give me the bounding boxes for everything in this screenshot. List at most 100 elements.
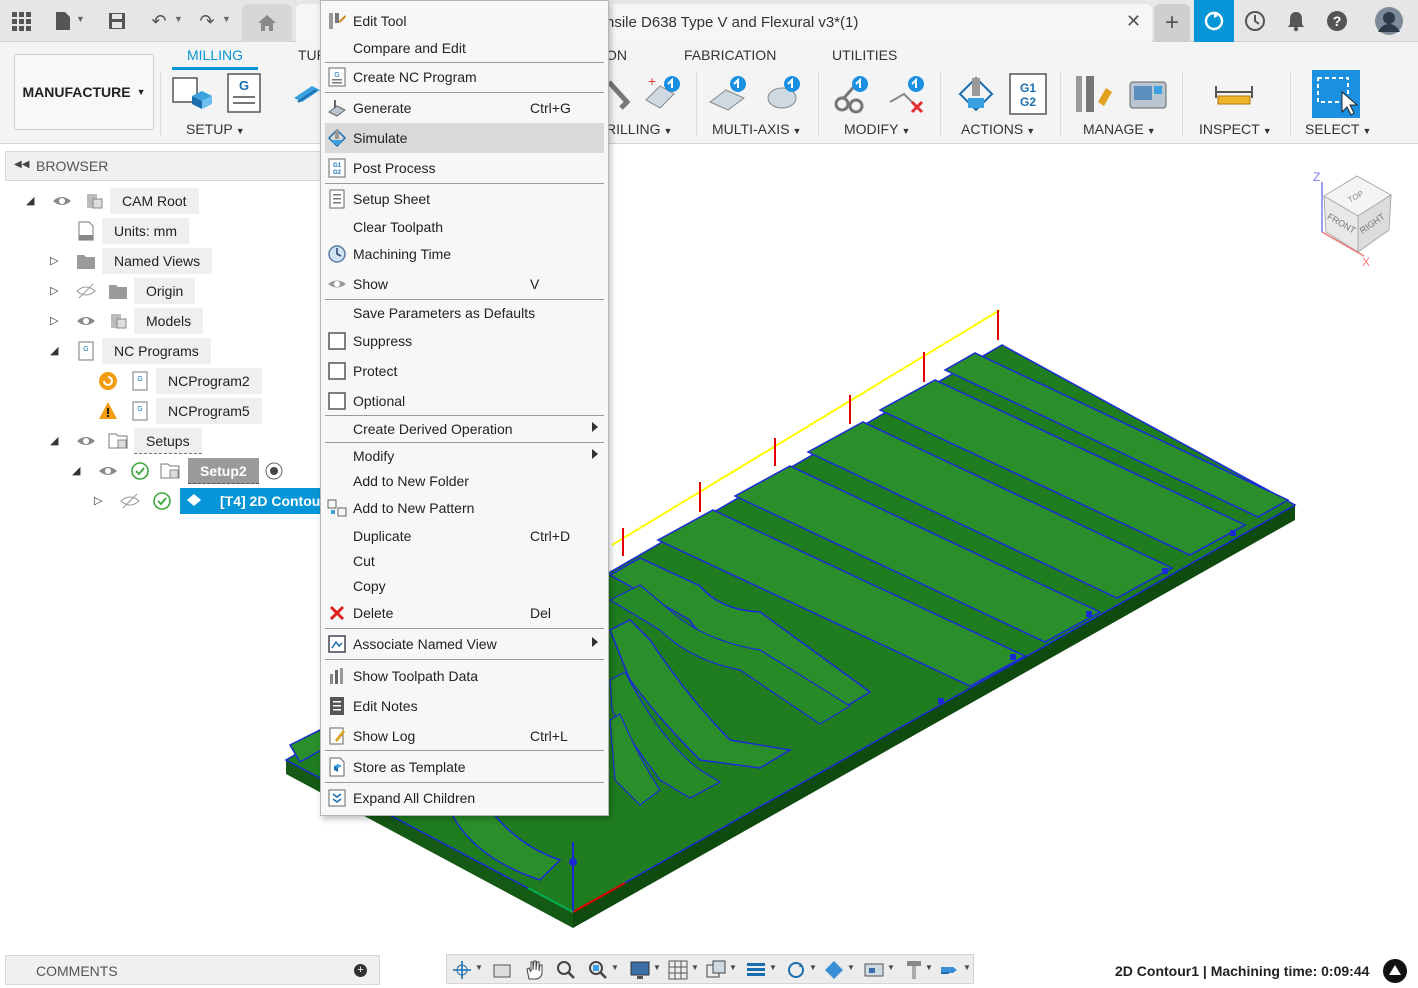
menu-item-delete[interactable]: Delete Del <box>325 600 604 626</box>
active-setup-radio-icon[interactable] <box>264 461 284 481</box>
nav-caret-icon[interactable]: ▼ <box>887 963 895 972</box>
browser-panel-header[interactable]: ◀◀ BROWSER <box>5 151 323 181</box>
eye-icon[interactable] <box>76 311 96 331</box>
menu-item-cut[interactable]: Cut <box>325 548 604 574</box>
menu-item-suppress[interactable]: Suppress <box>325 328 604 354</box>
menu-item-create-derived-operation[interactable]: Create Derived Operation <box>325 416 604 442</box>
comments-panel-header[interactable]: COMMENTS + <box>5 955 380 985</box>
collapsed-triangle-icon[interactable]: ▷ <box>50 314 58 327</box>
nc-program-icon[interactable]: G <box>222 72 266 116</box>
collapsed-triangle-icon[interactable]: ▷ <box>94 494 102 507</box>
redo-icon[interactable]: ↷ <box>194 8 220 34</box>
rotate-icon[interactable] <box>785 959 807 981</box>
collapse-browser-icon[interactable]: ◀◀ <box>14 159 29 170</box>
home-tab[interactable] <box>242 4 292 42</box>
status-indicator-icon[interactable] <box>1383 959 1407 983</box>
multiaxis-contour-icon[interactable] <box>706 72 750 116</box>
menu-item-duplicate[interactable]: Duplicate Ctrl+D <box>325 523 604 549</box>
expanded-triangle-icon[interactable]: ◢ <box>26 194 34 207</box>
collapsed-triangle-icon[interactable]: ▷ <box>50 284 58 297</box>
menu-item-add-to-new-folder[interactable]: Add to New Folder <box>325 468 604 494</box>
simulate-action-icon[interactable] <box>954 72 998 116</box>
menu-item-modify[interactable]: Modify <box>325 443 604 469</box>
menu-item-clear-toolpath[interactable]: Clear Toolpath <box>325 214 604 240</box>
menu-item-compare-and-edit[interactable]: Compare and Edit <box>325 35 604 61</box>
nav-caret-icon[interactable]: ▼ <box>963 963 971 972</box>
nav-caret-icon[interactable]: ▼ <box>475 963 483 972</box>
menu-item-show-log[interactable]: Show Log Ctrl+L <box>325 723 604 749</box>
tab-utilities[interactable]: UTILITIES <box>832 47 897 63</box>
grid-icon[interactable] <box>667 959 689 981</box>
nav-caret-icon[interactable]: ▼ <box>809 963 817 972</box>
menu-item-show-toolpath-data[interactable]: Show Toolpath Data <box>325 663 604 689</box>
undo-caret-icon[interactable]: ▼ <box>174 14 184 24</box>
menu-item-associate-named-view[interactable]: Associate Named View <box>325 631 604 657</box>
menu-item-store-as-template[interactable]: Store as Template <box>325 754 604 780</box>
viewports-icon[interactable] <box>705 959 727 981</box>
close-tab-icon[interactable]: ✕ <box>1126 11 1141 32</box>
menu-item-copy[interactable]: Copy <box>325 573 604 599</box>
redo-caret-icon[interactable]: ▼ <box>222 14 232 24</box>
menu-item-expand-all-children[interactable]: Expand All Children <box>325 785 604 811</box>
post-process-action-icon[interactable]: G1 G2 <box>1006 72 1050 116</box>
menu-item-show[interactable]: Show V <box>325 271 604 297</box>
tab-additive[interactable]: ON <box>606 47 627 63</box>
menu-item-create-nc-program[interactable]: G Create NC Program <box>325 64 604 90</box>
visual-style-icon[interactable] <box>823 959 845 981</box>
menu-item-edit-tool[interactable]: Edit Tool <box>325 8 604 34</box>
tool-display-icon[interactable] <box>903 959 925 981</box>
job-status-button[interactable] <box>1194 0 1234 42</box>
viewcube[interactable]: TOP FRONT RIGHT Z X <box>1313 170 1392 269</box>
group-actions[interactable]: ACTIONS ▼ <box>961 121 1035 137</box>
file-caret-icon[interactable]: ▼ <box>76 14 86 24</box>
toolpath-display-icon[interactable] <box>939 959 961 981</box>
eye-icon[interactable] <box>98 461 118 481</box>
nav-caret-icon[interactable]: ▼ <box>691 963 699 972</box>
group-multi-axis[interactable]: MULTI-AXIS ▼ <box>712 121 801 137</box>
display-settings-icon[interactable] <box>629 959 651 981</box>
group-modify[interactable]: MODIFY ▼ <box>844 121 910 137</box>
menu-item-setup-sheet[interactable]: Setup Sheet <box>325 186 604 212</box>
menu-item-simulate[interactable]: Simulate <box>325 123 604 153</box>
group-manage[interactable]: MANAGE ▼ <box>1083 121 1156 137</box>
menu-item-optional[interactable]: Optional <box>325 388 604 414</box>
undo-icon[interactable]: ↶ <box>146 8 172 34</box>
save-icon[interactable] <box>104 8 130 34</box>
look-at-icon[interactable] <box>491 959 513 981</box>
zoom-window-icon[interactable] <box>587 959 609 981</box>
nav-caret-icon[interactable]: ▼ <box>729 963 737 972</box>
hole-recognition-icon[interactable]: + <box>640 72 684 116</box>
menu-item-save-parameters[interactable]: Save Parameters as Defaults <box>325 300 604 326</box>
expanded-triangle-icon[interactable]: ◢ <box>72 464 80 477</box>
menu-item-edit-notes[interactable]: Edit Notes <box>325 693 604 719</box>
workspace-switcher[interactable]: MANUFACTURE ▼ <box>14 54 154 130</box>
tab-milling[interactable]: MILLING <box>187 47 243 63</box>
eye-icon[interactable] <box>52 191 72 211</box>
environment-icon[interactable] <box>863 959 885 981</box>
new-tab-button[interactable]: + <box>1154 4 1190 42</box>
user-avatar[interactable] <box>1374 6 1404 36</box>
expanded-triangle-icon[interactable]: ◢ <box>50 434 58 447</box>
collapsed-triangle-icon[interactable]: ▷ <box>50 254 58 267</box>
history-clock-icon[interactable] <box>1243 9 1267 33</box>
expanded-triangle-icon[interactable]: ◢ <box>50 344 58 357</box>
nav-caret-icon[interactable]: ▼ <box>611 963 619 972</box>
new-setup-icon[interactable] <box>170 72 214 116</box>
file-icon[interactable] <box>50 8 76 34</box>
menu-item-machining-time[interactable]: Machining Time <box>325 241 604 267</box>
select-icon[interactable] <box>1312 70 1360 118</box>
group-drilling[interactable]: RILLING ▼ <box>606 121 672 137</box>
notification-bell-icon[interactable] <box>1284 9 1308 33</box>
zoom-icon[interactable] <box>555 959 577 981</box>
help-icon[interactable]: ? <box>1325 9 1349 33</box>
menu-item-post-process[interactable]: G1 G2 Post Process <box>325 155 604 181</box>
eye-icon[interactable] <box>76 431 96 451</box>
tool-library-icon[interactable] <box>1072 72 1116 116</box>
nav-caret-icon[interactable]: ▼ <box>653 963 661 972</box>
measure-icon[interactable] <box>1212 72 1256 116</box>
tab-fabrication[interactable]: FABRICATION <box>684 47 776 63</box>
eye-hidden-icon[interactable] <box>76 281 96 301</box>
toolpath-trim-icon[interactable] <box>830 72 874 116</box>
group-select[interactable]: SELECT ▼ <box>1305 121 1371 137</box>
nav-caret-icon[interactable]: ▼ <box>847 963 855 972</box>
